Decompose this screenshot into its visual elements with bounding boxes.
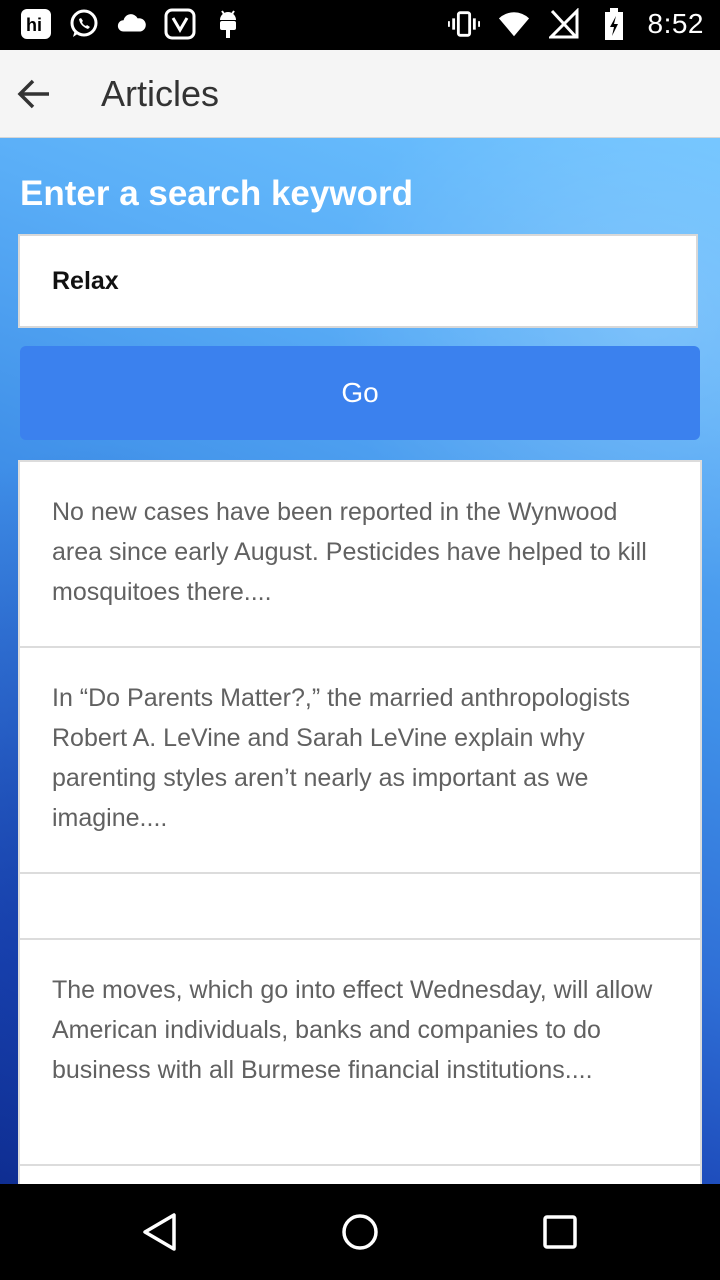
whatsapp-icon: [68, 8, 100, 40]
app-bar: Articles: [0, 50, 720, 138]
main-content[interactable]: Enter a search keyword Go No new cases h…: [0, 138, 720, 1184]
status-bar: hi 8:52: [0, 0, 720, 50]
status-time: 8:52: [647, 8, 704, 39]
no-signal-icon: [548, 8, 580, 40]
vibrate-icon: [447, 8, 480, 40]
nav-home-button[interactable]: [336, 1208, 384, 1256]
article-item[interactable]: No new cases have been reported in the W…: [20, 462, 700, 648]
article-item[interactable]: [20, 1166, 700, 1184]
arrow-left-icon: [17, 79, 49, 109]
search-label: Enter a search keyword: [20, 174, 413, 213]
article-item[interactable]: [20, 874, 700, 940]
article-item[interactable]: In “Do Parents Matter?,” the married ant…: [20, 648, 700, 874]
notification-icons: hi: [20, 8, 244, 40]
android-icon: [212, 8, 244, 40]
cloud-icon: [116, 8, 148, 40]
square-recents-icon: [543, 1215, 577, 1249]
search-input[interactable]: [18, 234, 698, 328]
article-list: No new cases have been reported in the W…: [18, 460, 702, 1184]
system-icons: 8:52: [447, 8, 705, 40]
wifi-icon: [498, 8, 530, 40]
svg-text:hi: hi: [26, 15, 42, 35]
nav-recents-button[interactable]: [536, 1208, 584, 1256]
back-button[interactable]: [12, 72, 56, 116]
article-snippet: No new cases have been reported in the W…: [52, 498, 647, 606]
page-title: Articles: [101, 73, 220, 114]
navigation-bar: [0, 1184, 720, 1280]
article-item[interactable]: The moves, which go into effect Wednesda…: [20, 940, 700, 1166]
article-snippet: The moves, which go into effect Wednesda…: [52, 976, 653, 1084]
hike-icon: hi: [20, 8, 52, 40]
battery-charging-icon: [598, 8, 630, 40]
nav-back-button[interactable]: [136, 1208, 184, 1256]
article-snippet: In “Do Parents Matter?,” the married ant…: [52, 684, 631, 832]
circle-home-icon: [342, 1214, 378, 1250]
saavn-icon: [164, 8, 196, 40]
go-button[interactable]: Go: [20, 346, 700, 440]
triangle-back-icon: [143, 1213, 176, 1251]
